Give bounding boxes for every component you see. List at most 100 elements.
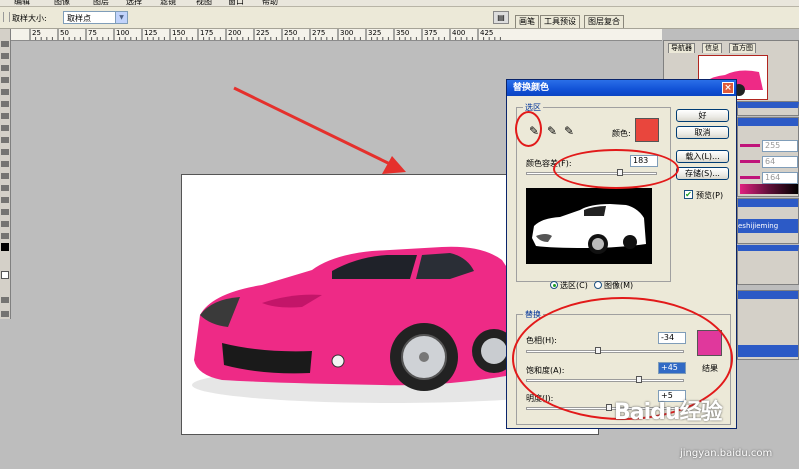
blue-value[interactable]: 164 xyxy=(762,172,798,184)
eyedropper-plus-icon[interactable]: ✎ xyxy=(547,124,557,138)
ruler-tick-label: 350 xyxy=(396,29,410,37)
fuzziness-highlight-ellipse xyxy=(553,149,679,189)
layers-panel-titlebar xyxy=(738,199,798,207)
options-bar: 取样大小: 取样点 ▼ ▤ 画笔 工具预设 图层复合 xyxy=(0,7,799,29)
tab-histogram[interactable]: 直方图 xyxy=(729,43,756,53)
selection-color-swatch[interactable] xyxy=(635,118,659,142)
view-image-label: 图像(M) xyxy=(604,281,634,290)
ruler-tick-label: 75 xyxy=(88,29,97,37)
ruler-tick-label: 225 xyxy=(256,29,270,37)
dodge-tool-icon[interactable] xyxy=(1,173,9,179)
color-ramp[interactable] xyxy=(740,184,798,194)
cancel-button[interactable]: 取消 xyxy=(676,126,729,139)
watermark-url: jingyan.baidu.com xyxy=(680,448,773,459)
eyedropper-minus-icon[interactable]: ✎ xyxy=(564,124,574,138)
menu-image[interactable]: 图像 xyxy=(54,0,70,6)
color-panel: 255 64 164 xyxy=(737,117,799,197)
screen-mode-icon[interactable] xyxy=(1,311,9,317)
background-color-swatch[interactable] xyxy=(1,271,9,279)
crop-tool-icon[interactable] xyxy=(1,89,9,95)
view-selection-radio[interactable] xyxy=(550,281,558,289)
ok-button[interactable]: 好 xyxy=(676,109,729,122)
preview-checkbox[interactable]: ✔ xyxy=(684,190,693,199)
slice-tool-icon[interactable] xyxy=(1,101,9,107)
tab-info[interactable]: 信息 xyxy=(702,43,722,53)
green-value[interactable]: 64 xyxy=(762,156,798,168)
chevron-down-icon: ▼ xyxy=(115,12,127,23)
ruler-tick-label: 325 xyxy=(368,29,382,37)
ruler-tick-label: 50 xyxy=(60,29,69,37)
close-icon[interactable]: × xyxy=(722,82,734,94)
watermark-brand: Baidu xyxy=(614,400,681,425)
gradient-tool-icon[interactable] xyxy=(1,161,9,167)
menu-edit[interactable]: 编辑 xyxy=(14,0,30,6)
blue-slider[interactable] xyxy=(740,176,760,179)
pen-tool-icon[interactable] xyxy=(1,209,9,215)
styles-panel xyxy=(737,290,799,360)
tab-brushes[interactable]: 画笔 xyxy=(515,15,539,28)
options-grip xyxy=(3,12,10,22)
green-slider[interactable] xyxy=(740,160,760,163)
tab-tool-presets[interactable]: 工具预设 xyxy=(540,15,580,28)
stamp-tool-icon[interactable] xyxy=(1,137,9,143)
color-panel-titlebar xyxy=(738,118,798,126)
sample-size-value: 取样点 xyxy=(67,14,91,23)
ruler-tick-label: 250 xyxy=(284,29,298,37)
menu-select[interactable]: 选择 xyxy=(126,0,142,6)
type-tool-icon[interactable] xyxy=(1,197,9,203)
preview-label: 预览(P) xyxy=(696,191,724,200)
sample-size-select[interactable]: 取样点 ▼ xyxy=(63,11,128,24)
lasso-tool-icon[interactable] xyxy=(1,65,9,71)
ruler-tick-label: 400 xyxy=(452,29,466,37)
layer-row[interactable]: eshijieming xyxy=(738,219,798,233)
styles-panel-titlebar xyxy=(738,291,798,299)
menu-bar: 编辑 图像 图层 选择 滤镜 视图 窗口 帮助 xyxy=(0,0,799,7)
red-value[interactable]: 255 xyxy=(762,140,798,152)
ruler-tick-label: 275 xyxy=(312,29,326,37)
selection-preview xyxy=(526,188,652,264)
ruler-tick-label: 425 xyxy=(480,29,494,37)
move-tool-icon[interactable] xyxy=(1,41,9,47)
ruler-tick-label: 125 xyxy=(144,29,158,37)
ruler-tick-label: 300 xyxy=(340,29,354,37)
foreground-color-swatch[interactable] xyxy=(1,243,9,251)
view-image-radio[interactable] xyxy=(594,281,602,289)
menu-view[interactable]: 视图 xyxy=(196,0,212,6)
selected-row[interactable] xyxy=(738,345,798,357)
dialog-title: 替换颜色 xyxy=(507,80,736,96)
hand-tool-icon[interactable] xyxy=(1,233,9,239)
eyedropper-highlight-ellipse xyxy=(515,111,542,147)
ruler-tick-label: 175 xyxy=(200,29,214,37)
menu-filter[interactable]: 滤镜 xyxy=(160,0,176,6)
view-selection-label: 选区(C) xyxy=(560,281,588,290)
sample-size-label: 取样大小: xyxy=(12,14,47,23)
save-button[interactable]: 存储(S)... xyxy=(676,167,729,180)
red-slider[interactable] xyxy=(740,144,760,147)
marquee-tool-icon[interactable] xyxy=(1,53,9,59)
brush-tool-icon[interactable] xyxy=(1,125,9,131)
ruler-tick-label: 375 xyxy=(424,29,438,37)
eraser-tool-icon[interactable] xyxy=(1,149,9,155)
watermark-brand-cn: 经验 xyxy=(679,400,723,425)
menu-window[interactable]: 窗口 xyxy=(228,0,244,6)
ruler-tick-label: 150 xyxy=(172,29,186,37)
tab-navigator[interactable]: 导航器 xyxy=(668,43,695,53)
shape-tool-icon[interactable] xyxy=(1,221,9,227)
menu-layer[interactable]: 图层 xyxy=(93,0,109,6)
ruler-tick-label: 25 xyxy=(32,29,41,37)
menu-help[interactable]: 帮助 xyxy=(262,0,278,6)
tab-layer-comps[interactable]: 图层复合 xyxy=(584,15,624,28)
palette-well-icon[interactable]: ▤ xyxy=(493,11,509,24)
ruler-tick-label: 200 xyxy=(228,29,242,37)
tools-palette xyxy=(0,29,11,319)
red-arrow-annotation xyxy=(233,86,406,174)
color-label: 颜色: xyxy=(612,129,631,138)
load-button[interactable]: 载入(L)... xyxy=(676,150,729,163)
layer-name: eshijieming xyxy=(738,222,779,230)
heal-tool-icon[interactable] xyxy=(1,113,9,119)
layers-panel: eshijieming xyxy=(737,198,799,244)
wand-tool-icon[interactable] xyxy=(1,77,9,83)
quick-mask-icon[interactable] xyxy=(1,297,9,303)
path-tool-icon[interactable] xyxy=(1,185,9,191)
car-wheel-hub xyxy=(419,352,429,362)
